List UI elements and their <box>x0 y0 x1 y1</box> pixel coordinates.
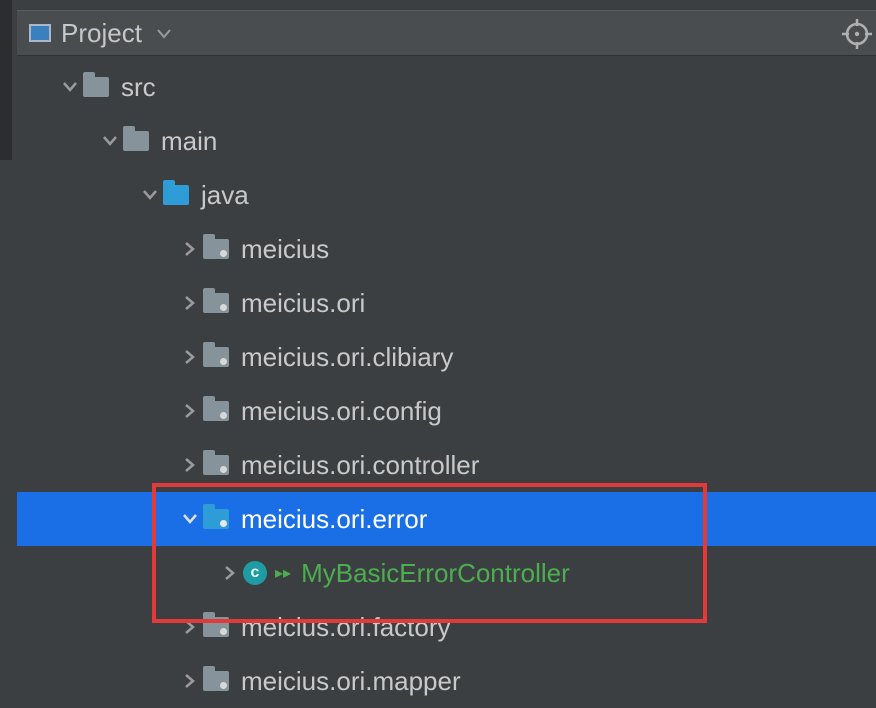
package-icon <box>203 455 229 475</box>
gutter <box>0 0 12 160</box>
tree-node-package-selected[interactable]: meicius.ori.error <box>17 492 876 546</box>
target-icon[interactable] <box>842 19 872 56</box>
tree-label: main <box>161 126 217 157</box>
tree-node-package[interactable]: meicius.ori.clibiary <box>17 330 876 384</box>
tree-label: meicius <box>241 234 329 265</box>
package-icon <box>203 617 229 637</box>
tree-node-src[interactable]: src <box>17 60 876 114</box>
tree-label: meicius.ori.controller <box>241 450 479 481</box>
tree-label: meicius.ori.factory <box>241 612 451 643</box>
chevron-right-icon[interactable] <box>177 403 203 419</box>
package-icon <box>203 347 229 367</box>
tree-node-package[interactable]: meicius.ori.config <box>17 384 876 438</box>
chevron-right-icon[interactable] <box>177 619 203 635</box>
tree-label: meicius.ori <box>241 288 365 319</box>
tree-label: MyBasicErrorController <box>301 558 570 589</box>
tree-label: meicius.ori.error <box>241 504 427 535</box>
chevron-right-icon[interactable] <box>177 673 203 689</box>
chevron-down-icon[interactable] <box>156 19 172 47</box>
chevron-right-icon[interactable] <box>177 349 203 365</box>
chevron-down-icon[interactable] <box>57 81 83 93</box>
package-icon <box>203 509 229 529</box>
source-folder-icon <box>163 185 189 205</box>
tree-node-java[interactable]: java <box>17 168 876 222</box>
project-icon <box>29 24 51 42</box>
package-icon <box>203 401 229 421</box>
tree-node-main[interactable]: main <box>17 114 876 168</box>
package-icon <box>203 239 229 259</box>
tree-node-package[interactable]: meicius.ori <box>17 276 876 330</box>
chevron-right-icon[interactable] <box>177 295 203 311</box>
tree-label: meicius.ori.config <box>241 396 442 427</box>
chevron-right-icon[interactable] <box>177 457 203 473</box>
tree-node-package[interactable]: meicius.ori.factory <box>17 600 876 654</box>
tree-label: java <box>201 180 249 211</box>
class-icon: c <box>243 561 267 585</box>
tree-node-package[interactable]: meicius.ori.controller <box>17 438 876 492</box>
tree-label: meicius.ori.clibiary <box>241 342 453 373</box>
chevron-down-icon[interactable] <box>97 135 123 147</box>
package-icon <box>203 293 229 313</box>
tree-node-class[interactable]: c ▸▸ MyBasicErrorController <box>17 546 876 600</box>
tree-label: src <box>121 72 156 103</box>
runnable-icon: ▸▸ <box>275 563 291 583</box>
project-label: Project <box>61 18 142 49</box>
chevron-right-icon[interactable] <box>217 565 243 581</box>
tree-node-package[interactable]: meicius.ori.mapper <box>17 654 876 708</box>
chevron-down-icon[interactable] <box>137 189 163 201</box>
project-toolbar[interactable]: Project <box>17 10 876 56</box>
folder-icon <box>123 131 149 151</box>
project-tree[interactable]: src main java meicius meicius.ori <box>17 60 876 692</box>
chevron-down-icon[interactable] <box>177 513 203 525</box>
folder-icon <box>83 77 109 97</box>
tree-node-package[interactable]: meicius <box>17 222 876 276</box>
chevron-right-icon[interactable] <box>177 241 203 257</box>
package-icon <box>203 671 229 691</box>
